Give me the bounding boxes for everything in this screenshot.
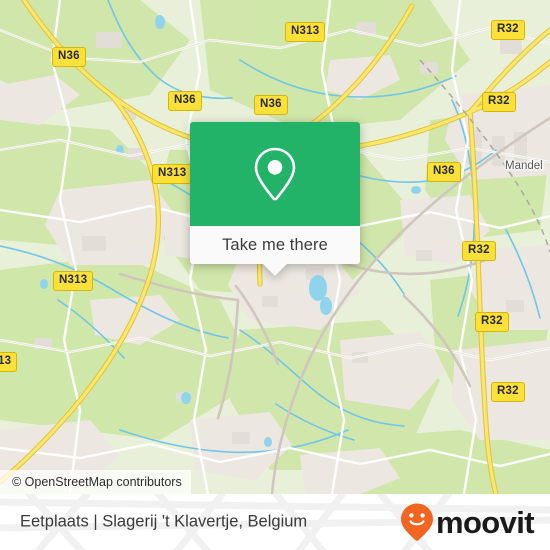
map-pin-icon xyxy=(254,147,296,201)
road-shield: R32 xyxy=(462,241,496,261)
map-screen: N313 R32 N36 N36 N36 R32 N313 N36 R32 N3… xyxy=(0,0,550,550)
road-shield: R32 xyxy=(475,312,509,332)
take-me-there-label: Take me there xyxy=(222,235,328,254)
road-shield: N36 xyxy=(254,95,288,115)
road-shield: R32 xyxy=(491,382,525,402)
road-shield: R32 xyxy=(491,20,525,40)
road-shield: N36 xyxy=(427,162,461,182)
place-title: Eetplaats | Slagerij 't Klavertje, Belgi… xyxy=(20,512,308,531)
road-shield: N36 xyxy=(168,91,202,111)
moovit-smiley-pin-icon xyxy=(400,503,433,541)
callout-pointer-tail xyxy=(262,263,288,276)
road-shield: R32 xyxy=(482,92,516,112)
road-shield: N313 xyxy=(53,271,94,291)
callout-action[interactable]: Take me there xyxy=(190,226,360,276)
road-shield: N313 xyxy=(152,164,193,184)
location-callout[interactable]: Take me there xyxy=(190,122,360,276)
place-label-mandel: Mandel xyxy=(505,160,543,172)
road-shield: 13 xyxy=(0,352,18,372)
road-shield: N313 xyxy=(285,22,326,42)
map-canvas[interactable]: N313 R32 N36 N36 N36 R32 N313 N36 R32 N3… xyxy=(0,0,550,494)
bottom-bar: Eetplaats | Slagerij 't Klavertje, Belgi… xyxy=(0,494,550,550)
moovit-wordmark: moovit xyxy=(435,504,535,540)
osm-attribution[interactable]: © OpenStreetMap contributors xyxy=(0,470,191,494)
callout-header xyxy=(190,122,360,226)
moovit-brand[interactable]: moovit xyxy=(399,502,535,542)
road-shield: N36 xyxy=(52,47,86,67)
